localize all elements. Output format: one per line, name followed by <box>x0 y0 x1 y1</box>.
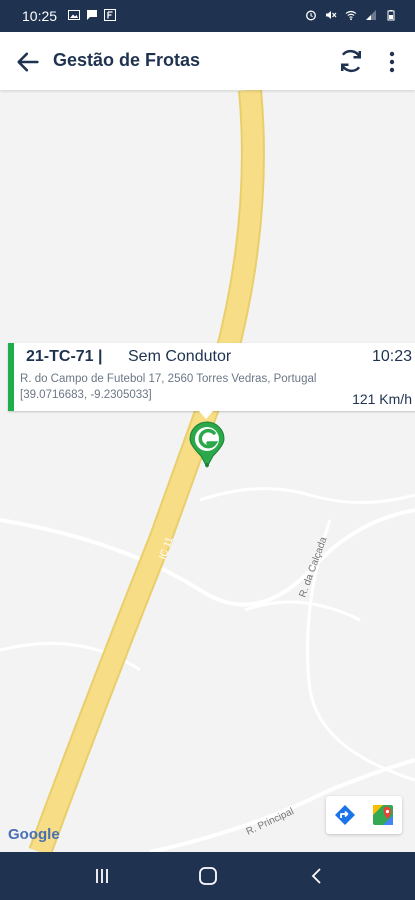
vehicle-plate: 21-TC-71 | <box>26 348 103 365</box>
google-maps-icon[interactable] <box>371 803 395 827</box>
wifi-icon <box>345 10 357 21</box>
map-view[interactable]: IC 11 R. da Calçada R. Principal <box>0 90 415 852</box>
page-title: Gestão de Frotas <box>53 50 201 70</box>
status-left-icons <box>68 9 116 21</box>
app-f-icon <box>104 9 116 21</box>
google-logo-text: Google <box>8 826 60 843</box>
status-right-icons <box>305 9 397 21</box>
home-icon[interactable] <box>197 865 219 887</box>
google-attribution: Google <box>8 826 60 843</box>
battery-icon <box>387 10 395 21</box>
map-toolbar <box>326 796 402 834</box>
more-vert-icon[interactable] <box>380 48 404 76</box>
card-pointer <box>198 410 214 419</box>
signal-icon <box>366 10 376 20</box>
system-nav-bar <box>0 852 415 900</box>
arrow-left-icon[interactable] <box>14 48 42 76</box>
vehicle-coordinates: [39.0716683, -9.2305033] <box>20 389 152 401</box>
minor-road <box>244 600 361 622</box>
alarm-icon <box>306 10 316 21</box>
directions-icon[interactable] <box>333 803 357 827</box>
vehicle-speed: 121 Km/h <box>352 391 412 407</box>
driver-status: Sem Condutor <box>128 348 232 365</box>
app-bar: Gestão de Frotas <box>0 32 415 90</box>
recent-apps-icon[interactable] <box>92 866 112 886</box>
vehicle-address: R. do Campo de Futebol 17, 2560 Torres V… <box>20 373 317 385</box>
mute-icon <box>326 11 337 19</box>
minor-road <box>199 487 415 504</box>
refresh-icon[interactable] <box>336 46 366 76</box>
highway-road <box>28 90 265 852</box>
vehicle-info-card[interactable]: 21-TC-71 | Sem Condutor 10:23 R. do Camp… <box>8 343 415 411</box>
message-icon <box>87 10 97 20</box>
image-icon <box>68 10 80 20</box>
status-time: 10:25 <box>22 8 58 24</box>
map-canvas: IC 11 R. da Calçada R. Principal <box>0 90 415 852</box>
last-update-time: 10:23 <box>371 348 412 365</box>
minor-road <box>0 508 415 607</box>
back-nav-icon[interactable] <box>307 866 327 886</box>
status-bar: 10:25 <box>0 0 415 32</box>
